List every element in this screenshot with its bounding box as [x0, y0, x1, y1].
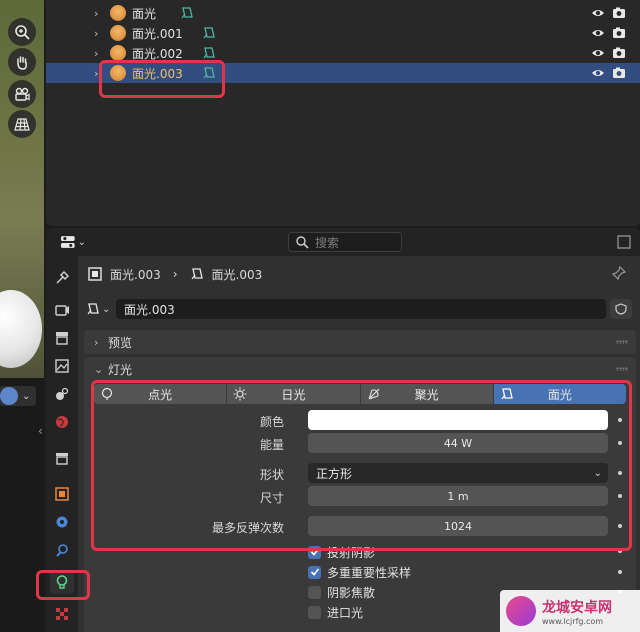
tab-texture[interactable] — [50, 602, 74, 626]
light-object-icon — [110, 5, 126, 21]
drag-grip-icon[interactable] — [616, 340, 628, 344]
properties-header: ⌄ 搜索 — [46, 228, 640, 256]
highlight-box-light-settings — [91, 380, 632, 551]
collapse-arrow-icon[interactable]: ‹ — [38, 424, 43, 438]
area-light-data-icon[interactable] — [202, 46, 216, 60]
tab-render[interactable] — [50, 298, 74, 322]
watermark: 龙城安卓网 www.lcjrfg.com — [500, 590, 640, 632]
tab-constraints[interactable] — [50, 510, 74, 534]
render-camera-icon[interactable] — [612, 26, 626, 40]
render-camera-icon[interactable] — [612, 6, 626, 20]
tab-collection[interactable] — [50, 446, 74, 470]
output-icon — [56, 332, 68, 345]
visibility-eye-icon[interactable] — [591, 6, 605, 20]
portal-checkbox[interactable]: 进口光 — [308, 603, 363, 621]
tab-view-layer[interactable] — [50, 354, 74, 378]
shield-icon — [615, 303, 627, 315]
outliner-row[interactable]: › 面光.001 — [46, 23, 640, 43]
panel-title: 灯光 — [108, 362, 133, 377]
watermark-logo-icon — [506, 596, 536, 626]
highlight-box-outliner — [99, 60, 225, 98]
render-camera-icon[interactable] — [612, 66, 626, 80]
tab-output[interactable] — [50, 326, 74, 350]
light-object-icon — [110, 25, 126, 41]
world-icon — [56, 416, 68, 428]
datablock-name-field[interactable]: 面光.003 — [116, 299, 606, 319]
outliner-item-label: 面光 — [132, 6, 157, 21]
shadow-caustics-checkbox[interactable]: 阴影焦散 — [308, 583, 375, 601]
visibility-eye-icon[interactable] — [591, 46, 605, 60]
multiple-importance-checkbox[interactable]: 多重重要性采样 — [308, 563, 411, 581]
object-icon — [88, 267, 102, 281]
object-icon — [55, 487, 69, 501]
breadcrumb-object: 面光.003 — [110, 267, 161, 282]
constraints-icon — [56, 516, 68, 528]
expand-chevron-icon[interactable]: › — [94, 47, 98, 60]
view-layer-icon — [55, 359, 69, 373]
scene-icon — [56, 387, 69, 400]
editor-type-dropdown[interactable]: ⌄ — [60, 234, 86, 250]
highlight-box-light-tab — [36, 570, 90, 600]
panel-light-header[interactable]: ⌄ 灯光 — [84, 357, 636, 381]
pin-icon[interactable] — [612, 266, 626, 280]
physics-icon — [56, 544, 68, 557]
3d-viewport[interactable]: ⌄ ‹ — [0, 0, 44, 632]
checkbox-unchecked-icon — [308, 585, 321, 599]
drag-grip-icon[interactable] — [616, 367, 628, 371]
outliner: › 面光 › 面光.001 › 面光.002 › 面光.003 — [46, 0, 640, 226]
panel-title: 预览 — [108, 335, 133, 350]
chevron-down-icon: ⌄ — [77, 236, 86, 248]
tab-scene[interactable] — [50, 382, 74, 406]
panel-preview-header[interactable]: › 预览 — [84, 330, 636, 354]
search-input[interactable]: 搜索 — [288, 232, 402, 252]
breadcrumb: 面光.003 › 面光.003 — [88, 264, 262, 284]
light-object-icon — [110, 45, 126, 61]
tool-icon — [56, 270, 70, 284]
viewport-shading-dropdown[interactable]: ⌄ — [0, 386, 36, 406]
breadcrumb-separator-icon: › — [172, 267, 178, 281]
outliner-item-label: 面光.002 — [132, 46, 183, 61]
visibility-eye-icon[interactable] — [591, 26, 605, 40]
datablock-browse-button[interactable]: ⌄ — [86, 298, 116, 320]
sphere-object — [0, 290, 42, 368]
visibility-eye-icon[interactable] — [591, 66, 605, 80]
shading-sphere-icon — [0, 387, 18, 405]
outliner-row[interactable]: › 面光 — [46, 3, 640, 23]
render-camera-icon[interactable] — [612, 46, 626, 60]
grid-perspective-icon[interactable] — [8, 110, 36, 138]
checkbox-unchecked-icon — [308, 605, 321, 619]
options-icon[interactable] — [616, 234, 632, 250]
keyframe-dot-icon[interactable] — [618, 570, 622, 574]
search-icon — [296, 236, 309, 249]
expand-chevron-icon[interactable]: › — [94, 67, 98, 80]
render-icon — [55, 305, 69, 316]
area-light-data-icon — [87, 303, 99, 315]
collection-icon — [56, 453, 68, 465]
expanded-chevron-icon: ⌄ — [94, 362, 104, 376]
camera-view-icon[interactable] — [8, 80, 36, 108]
tab-physics[interactable] — [50, 538, 74, 562]
texture-icon — [56, 608, 68, 620]
area-light-data-icon[interactable] — [180, 6, 194, 20]
breadcrumb-data: 面光.003 — [211, 267, 263, 282]
datablock-selector: ⌄ 面光.003 — [86, 298, 632, 320]
collapsed-chevron-icon: › — [94, 335, 99, 349]
tab-tool[interactable] — [50, 266, 74, 290]
checkbox-checked-icon — [308, 565, 321, 579]
outliner-item-label: 面光.001 — [132, 26, 183, 41]
fake-user-button[interactable] — [610, 299, 632, 319]
tab-world[interactable] — [50, 410, 74, 434]
area-light-data-icon — [191, 268, 203, 280]
chevron-down-icon: ⌄ — [22, 390, 31, 402]
chevron-down-icon: ⌄ — [102, 303, 111, 315]
area-light-data-icon[interactable] — [202, 26, 216, 40]
properties-editor-icon — [60, 236, 75, 248]
expand-chevron-icon[interactable]: › — [94, 7, 98, 20]
expand-chevron-icon[interactable]: › — [94, 27, 98, 40]
tab-object[interactable] — [50, 482, 74, 506]
pan-hand-icon[interactable] — [8, 48, 36, 76]
zoom-icon[interactable] — [8, 18, 36, 46]
